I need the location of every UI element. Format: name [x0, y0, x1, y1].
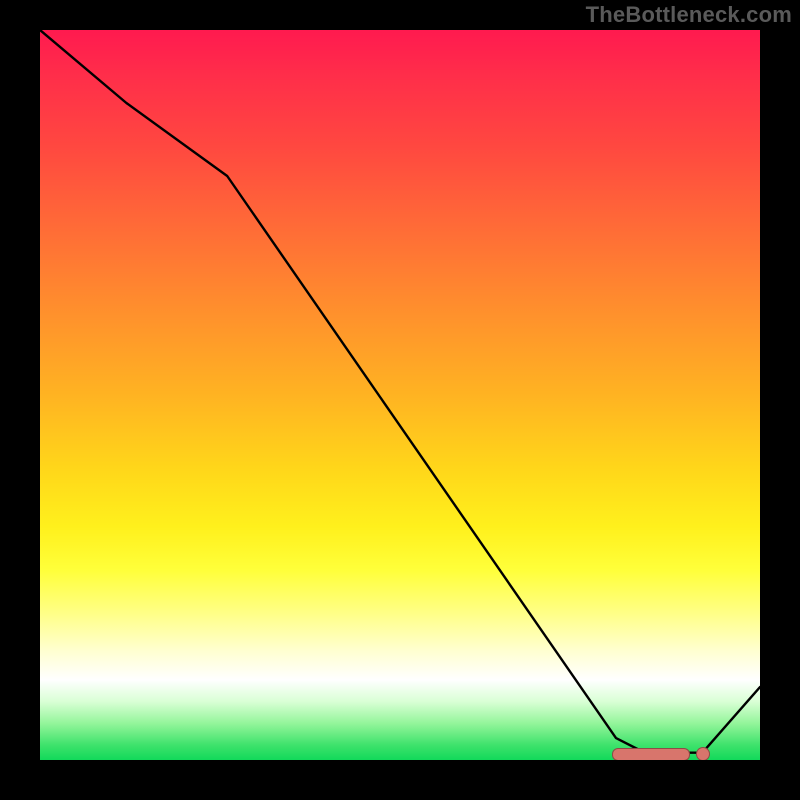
- watermark-text: TheBottleneck.com: [586, 2, 792, 28]
- optimal-range-marker: [612, 748, 690, 760]
- optimal-end-dot: [696, 747, 710, 760]
- plot-area: [40, 30, 760, 760]
- bottleneck-curve: [40, 30, 760, 760]
- chart-stage: TheBottleneck.com: [0, 0, 800, 800]
